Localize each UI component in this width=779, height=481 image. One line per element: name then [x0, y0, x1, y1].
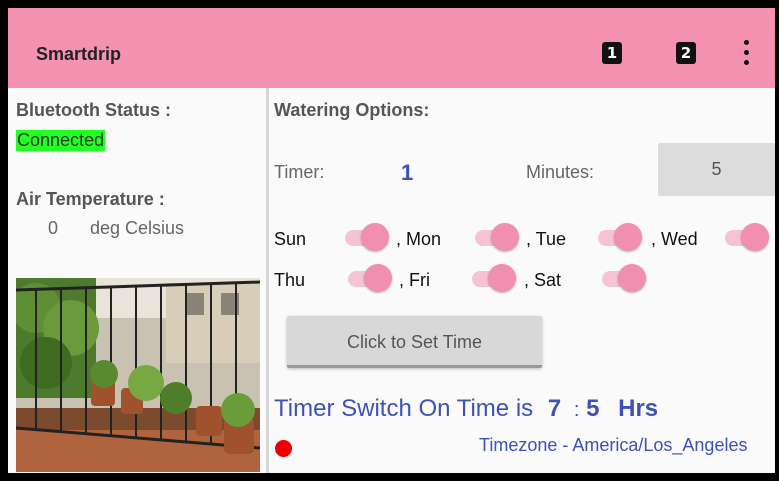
switch-unit: Hrs	[618, 395, 659, 422]
app-title: Smartdrip	[36, 44, 122, 64]
day-label-sat: , Sat	[524, 270, 562, 290]
minutes-label: Minutes:	[526, 162, 595, 182]
air-temperature-unit: deg Celsius	[90, 218, 185, 238]
toggle-thu[interactable]	[344, 263, 398, 293]
day-label-tue: , Tue	[526, 229, 567, 249]
pane-divider	[266, 88, 269, 473]
timer-label: Timer:	[274, 162, 325, 182]
day-label-sun: Sun	[274, 229, 307, 249]
toggle-sun[interactable]	[341, 222, 395, 252]
air-temperature-label: Air Temperature :	[16, 189, 165, 209]
minutes-input[interactable]: 5	[658, 143, 775, 196]
toggle-wed[interactable]	[721, 222, 775, 252]
switch-hour: 7	[547, 395, 562, 422]
timezone-label: Timezone - America/Los_Angeles	[479, 435, 748, 455]
air-temperature-value: 0	[48, 218, 59, 238]
switch-on-time: Timer Switch On Time is 7 : 5 Hrs	[274, 395, 658, 423]
timer-value[interactable]: 1	[401, 160, 413, 186]
toggle-fri[interactable]	[468, 263, 522, 293]
set-time-button[interactable]: Click to Set Time	[287, 316, 542, 368]
action-button-2[interactable]: 2	[676, 42, 696, 64]
day-label-mon: , Mon	[396, 229, 442, 249]
switch-minute: 5	[586, 395, 600, 422]
switch-separator: :	[573, 399, 580, 421]
bluetooth-status-label: Bluetooth Status :	[16, 100, 171, 120]
day-label-fri: , Fri	[399, 270, 430, 290]
switch-on-prefix: Timer Switch On Time is	[274, 395, 534, 422]
balcony-garden-image	[16, 278, 260, 472]
toggle-sat[interactable]	[598, 263, 652, 293]
status-indicator-dot	[275, 440, 292, 457]
day-label-wed: , Wed	[651, 229, 698, 249]
bluetooth-status-value: Connected	[16, 130, 106, 151]
day-label-thu: Thu	[274, 270, 306, 290]
app-screen: Smartdrip 1 2 Bluetooth Status : Connect…	[8, 8, 775, 473]
watering-options-label: Watering Options:	[274, 100, 430, 120]
app-bar: Smartdrip 1 2	[8, 8, 775, 88]
more-vert-icon[interactable]	[741, 40, 751, 66]
toggle-mon[interactable]	[471, 222, 525, 252]
action-button-1[interactable]: 1	[602, 42, 622, 64]
toggle-tue[interactable]	[594, 222, 648, 252]
